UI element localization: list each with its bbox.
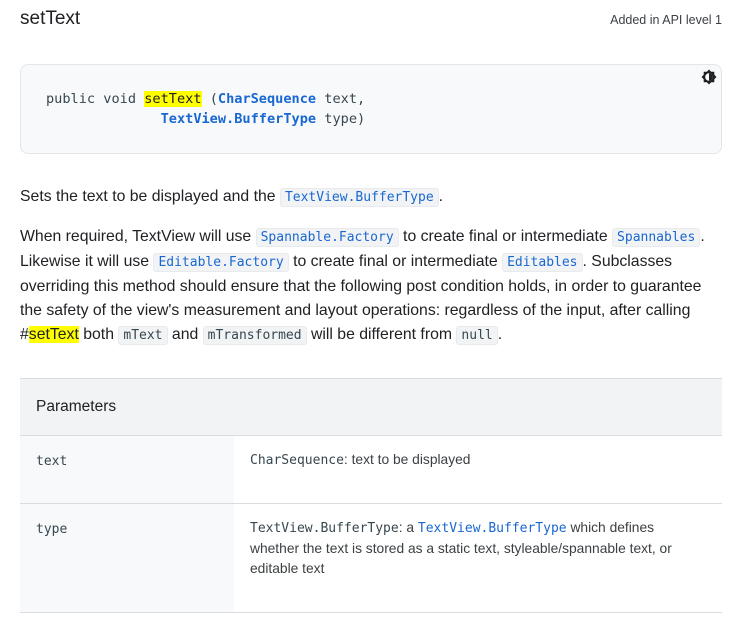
param-description: CharSequence: text to be displayed (250, 450, 690, 471)
highlighted-settext: setText (28, 326, 79, 343)
details-text: to create final or intermediate (398, 228, 613, 245)
summary-text: Sets the text to be displayed and the (20, 188, 280, 205)
details-text: will be different from (306, 326, 457, 343)
brightness-icon[interactable] (701, 69, 717, 85)
param-name-cell: type (20, 504, 234, 612)
parameters-table: Parameters text CharSequence: text to be… (20, 378, 722, 613)
details-text: . (497, 326, 503, 343)
editable-factory-link[interactable]: Editable.Factory (153, 253, 289, 272)
buffertype-link[interactable]: TextView.BufferType (418, 521, 567, 536)
param-type: CharSequence (250, 453, 344, 468)
parameters-table-header: Parameters (20, 379, 722, 436)
details-text: to create final or intermediate (288, 253, 503, 270)
param2-name: type) (316, 111, 366, 127)
details-text: and (167, 326, 203, 343)
param-type: TextView.BufferType (250, 521, 399, 536)
details-text: When required, TextView will use (20, 228, 256, 245)
signature-prefix: public void (46, 91, 145, 107)
signature-indent (46, 111, 161, 127)
mtransformed-code: mTransformed (202, 326, 307, 345)
method-signature-code-block: public void setText (CharSequence text, … (20, 64, 722, 154)
signature-paren: ( (201, 91, 218, 107)
param-name: type (36, 522, 68, 537)
table-row: text CharSequence: text to be displayed (20, 436, 722, 504)
null-code: null (456, 326, 498, 345)
param-description: TextView.BufferType: a TextView.BufferTy… (250, 518, 690, 579)
mtext-code: mText (118, 326, 168, 345)
spannables-link[interactable]: Spannables (612, 228, 701, 247)
param2-type-link[interactable]: TextView.BufferType (161, 111, 317, 127)
summary-period: . (438, 188, 444, 205)
description-summary: Sets the text to be displayed and the Te… (20, 185, 722, 210)
param-description-text: : text to be displayed (343, 452, 471, 467)
api-level-label: Added in API level 1 (610, 13, 722, 27)
signature-code: public void setText (CharSequence text, … (46, 89, 365, 129)
spannable-factory-link[interactable]: Spannable.Factory (255, 228, 399, 247)
param-name: text (36, 454, 68, 469)
method-header: setText Added in API level 1 (20, 6, 722, 32)
table-row: type TextView.BufferType: a TextView.Buf… (20, 504, 722, 613)
buffertype-link[interactable]: TextView.BufferType (279, 188, 439, 207)
description-details: When required, TextView will use Spannab… (20, 225, 722, 348)
details-text: both (78, 326, 119, 343)
param-description-text: : a (398, 520, 418, 535)
method-title: setText (20, 8, 81, 29)
param1-type-link[interactable]: CharSequence (218, 91, 316, 107)
param-name-cell: text (20, 436, 234, 503)
parameters-heading: Parameters (36, 398, 117, 415)
signature-method-name: setText (144, 91, 202, 107)
param1-name: text, (316, 91, 366, 107)
editables-link[interactable]: Editables (502, 253, 583, 272)
